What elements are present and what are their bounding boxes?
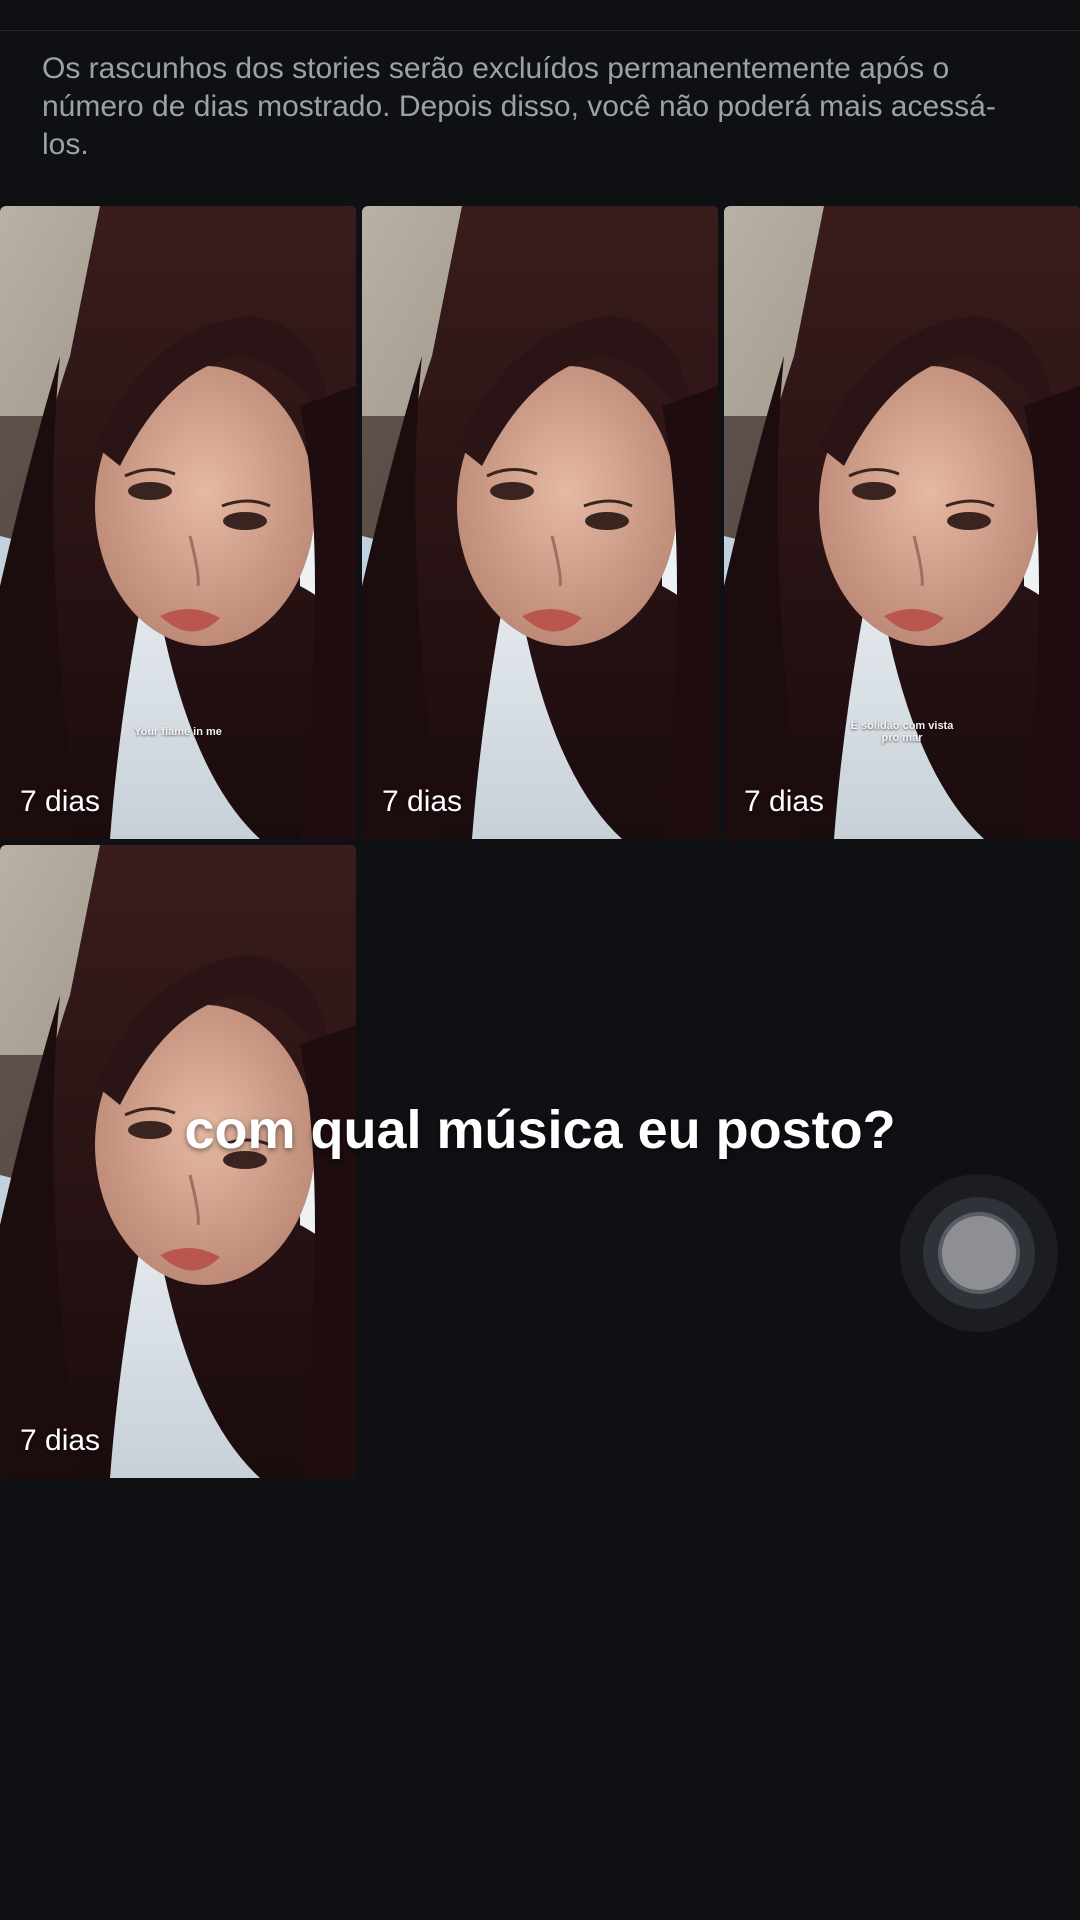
drafts-expiry-notice: Os rascunhos dos stories serão excluídos… [42, 52, 996, 161]
record-icon [942, 1216, 1016, 1290]
draft-tile[interactable]: Your flame in me 7 dias [0, 206, 356, 839]
draft-thumbnail [0, 206, 356, 839]
record-ring [923, 1197, 1035, 1309]
header-divider [0, 30, 1080, 31]
draft-tile[interactable]: 7 dias [362, 206, 718, 839]
draft-thumbnail [362, 206, 718, 839]
drafts-screen: Os rascunhos dos stories serão excluídos… [0, 0, 1080, 1920]
draft-thumbnail [724, 206, 1080, 839]
floating-record-button[interactable] [900, 1174, 1058, 1332]
draft-tile[interactable]: É solidão com vista pro mar 7 dias [724, 206, 1080, 839]
days-remaining-label: 7 dias [20, 785, 101, 818]
draft-text-sticker: É solidão com vista pro mar [850, 720, 954, 744]
days-remaining-label: 7 dias [382, 785, 463, 818]
draft-text-sticker: Your flame in me [134, 726, 222, 738]
days-remaining-label: 7 dias [20, 1424, 101, 1457]
caption-overlay: com qual música eu posto? [184, 1100, 896, 1160]
days-remaining-label: 7 dias [744, 785, 825, 818]
